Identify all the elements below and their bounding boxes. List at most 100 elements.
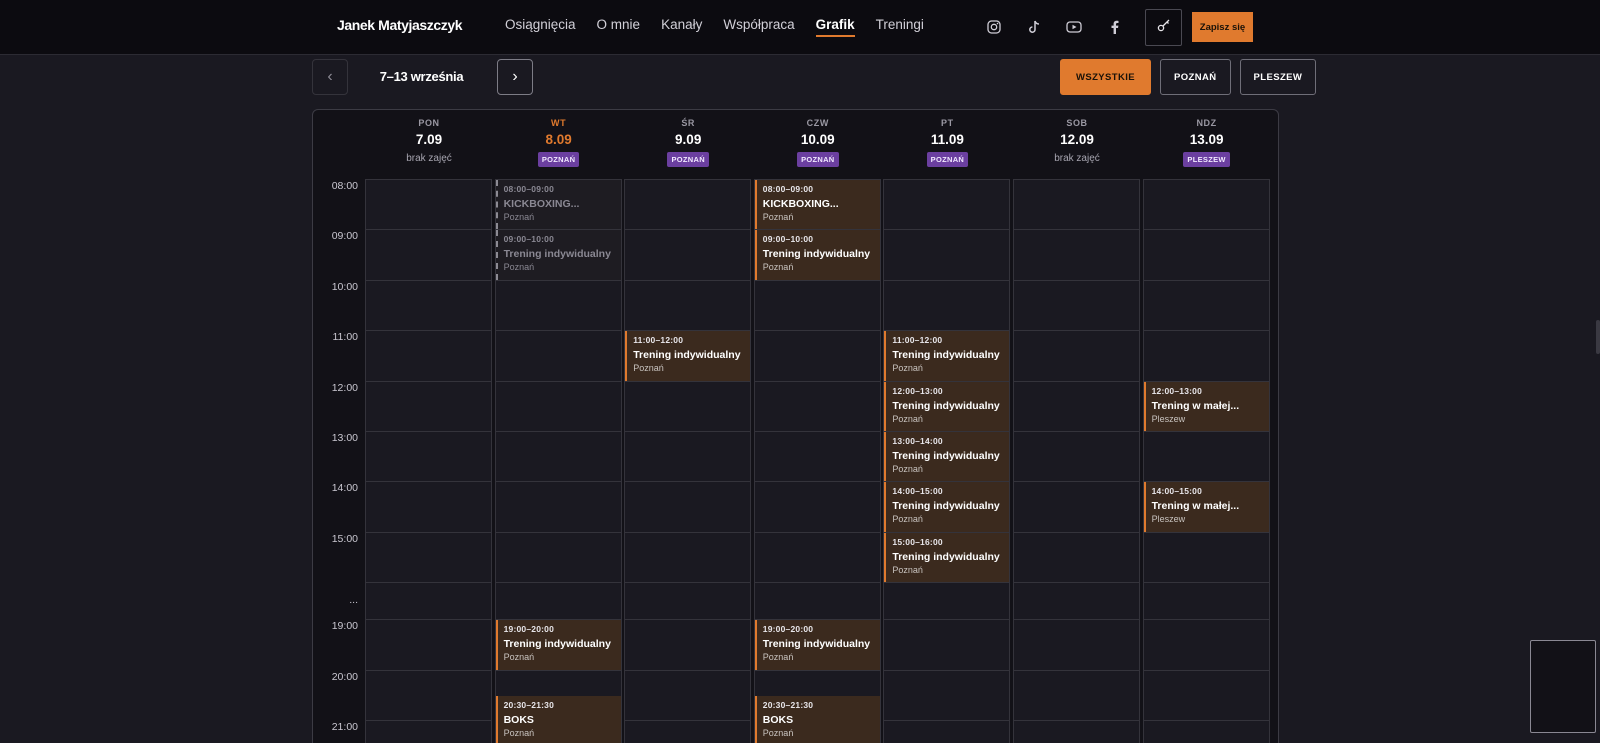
schedule-event[interactable]: 13:00–14:00 Trening indywidualny Poznań: [884, 432, 1010, 482]
calendar-cell[interactable]: [624, 179, 752, 231]
filter-wszystkie[interactable]: WSZYSTKIE: [1060, 59, 1152, 95]
calendar-cell[interactable]: [1013, 229, 1140, 281]
calendar-cell[interactable]: [494, 431, 622, 483]
calendar-cell[interactable]: [624, 531, 752, 584]
calendar-cell[interactable]: [1142, 279, 1270, 332]
schedule-event[interactable]: 14:00–15:00 Trening w małej... Pleszew: [1143, 482, 1269, 532]
calendar-cell[interactable]: [883, 669, 1011, 721]
calendar-cell[interactable]: [883, 179, 1011, 231]
calendar-cell[interactable]: [494, 481, 622, 533]
calendar-cell[interactable]: [883, 720, 1011, 743]
nav-link-o-mnie[interactable]: O mnie: [597, 17, 641, 37]
calendar-cell[interactable]: [883, 279, 1011, 332]
nav-link-kanały[interactable]: Kanały: [661, 17, 702, 37]
login-button[interactable]: [1145, 9, 1182, 46]
schedule-event[interactable]: 11:00–12:00 Trening indywidualny Poznań: [884, 331, 1010, 381]
calendar-cell[interactable]: [494, 330, 622, 382]
calendar-cell[interactable]: [365, 531, 492, 584]
calendar-cell[interactable]: [753, 531, 881, 584]
calendar-cell[interactable]: [494, 531, 622, 584]
calendar-cell[interactable]: [365, 720, 492, 743]
calendar-cell[interactable]: [624, 380, 752, 432]
calendar-cell[interactable]: [365, 179, 492, 231]
schedule-event[interactable]: 20:30–21:30 BOKS Poznań: [495, 695, 621, 743]
instagram-icon[interactable]: [984, 17, 1004, 37]
calendar-cell[interactable]: [1013, 179, 1140, 231]
calendar-cell[interactable]: [753, 330, 881, 382]
nav-link-osiągnięcia[interactable]: Osiągnięcia: [505, 17, 576, 37]
calendar-cell[interactable]: [365, 669, 492, 721]
calendar-cell[interactable]: [883, 582, 1011, 621]
calendar-cell[interactable]: [1013, 582, 1140, 621]
calendar-cell[interactable]: [624, 431, 752, 483]
nav-link-współpraca[interactable]: Współpraca: [723, 17, 794, 37]
calendar-cell[interactable]: [365, 279, 492, 332]
calendar-cell[interactable]: [1142, 669, 1270, 721]
schedule-event[interactable]: 08:00–09:00 KICKBOXING... Poznań: [754, 180, 880, 230]
calendar-cell[interactable]: [365, 330, 492, 382]
calendar-cell[interactable]: [365, 431, 492, 483]
facebook-icon[interactable]: [1104, 17, 1124, 37]
calendar-cell[interactable]: [1142, 330, 1270, 382]
calendar-cell[interactable]: [494, 380, 622, 432]
calendar-cell[interactable]: [1013, 431, 1140, 483]
schedule-event[interactable]: 12:00–13:00 Trening indywidualny Poznań: [884, 381, 1010, 431]
schedule-event[interactable]: 08:00–09:00 KICKBOXING... Poznań: [495, 180, 621, 230]
calendar-cell[interactable]: [494, 279, 622, 332]
schedule-event[interactable]: 19:00–20:00 Trening indywidualny Poznań: [495, 620, 621, 670]
schedule-event[interactable]: 11:00–12:00 Trening indywidualny Poznań: [625, 331, 751, 381]
schedule-event[interactable]: 20:30–21:30 BOKS Poznań: [754, 695, 880, 743]
calendar-cell[interactable]: [1013, 279, 1140, 332]
calendar-cell[interactable]: [1142, 531, 1270, 584]
next-week-button[interactable]: ›: [497, 59, 533, 95]
calendar-cell[interactable]: [1142, 179, 1270, 231]
calendar-cell[interactable]: [624, 229, 752, 281]
signup-button[interactable]: Zapisz się: [1192, 12, 1253, 42]
schedule-event[interactable]: 09:00–10:00 Trening indywidualny Poznań: [754, 230, 880, 280]
schedule-event[interactable]: 12:00–13:00 Trening w małej... Pleszew: [1143, 381, 1269, 431]
calendar-cell[interactable]: [624, 669, 752, 721]
schedule-event[interactable]: 15:00–16:00 Trening indywidualny Poznań: [884, 532, 1010, 583]
calendar-cell[interactable]: [624, 582, 752, 621]
calendar-cell[interactable]: [753, 279, 881, 332]
calendar-cell[interactable]: [624, 720, 752, 743]
schedule-event[interactable]: 09:00–10:00 Trening indywidualny Poznań: [495, 230, 621, 280]
calendar-cell[interactable]: [365, 619, 492, 671]
brand-logo[interactable]: Janek Matyjaszczyk: [337, 17, 463, 33]
calendar-cell[interactable]: [365, 582, 492, 621]
calendar-cell[interactable]: [365, 481, 492, 533]
calendar-cell[interactable]: [753, 481, 881, 533]
calendar-cell[interactable]: [753, 380, 881, 432]
calendar-cell[interactable]: [624, 619, 752, 671]
calendar-cell[interactable]: [1142, 619, 1270, 671]
calendar-cell[interactable]: [365, 380, 492, 432]
filter-pleszew[interactable]: PLESZEW: [1239, 59, 1317, 95]
calendar-cell[interactable]: [1013, 481, 1140, 533]
calendar-cell[interactable]: [1013, 619, 1140, 671]
calendar-cell[interactable]: [883, 229, 1011, 281]
schedule-event[interactable]: 14:00–15:00 Trening indywidualny Poznań: [884, 482, 1010, 532]
schedule-event[interactable]: 19:00–20:00 Trening indywidualny Poznań: [754, 620, 880, 670]
calendar-cell[interactable]: [1013, 531, 1140, 584]
filter-poznań[interactable]: POZNAŃ: [1160, 59, 1231, 95]
calendar-cell[interactable]: [624, 279, 752, 332]
calendar-cell[interactable]: [1013, 330, 1140, 382]
calendar-cell[interactable]: [753, 431, 881, 483]
calendar-cell[interactable]: [753, 582, 881, 621]
page-scrollbar-thumb[interactable]: [1596, 320, 1600, 354]
tiktok-icon[interactable]: [1024, 17, 1044, 37]
calendar-cell[interactable]: [494, 582, 622, 621]
nav-link-treningi[interactable]: Treningi: [876, 17, 924, 37]
previous-week-button[interactable]: ‹: [312, 59, 348, 95]
calendar-cell[interactable]: [365, 229, 492, 281]
calendar-cell[interactable]: [1142, 229, 1270, 281]
calendar-cell[interactable]: [883, 619, 1011, 671]
calendar-cell[interactable]: [1142, 720, 1270, 743]
calendar-cell[interactable]: [1013, 720, 1140, 743]
calendar-cell[interactable]: [1142, 582, 1270, 621]
calendar-cell[interactable]: [1013, 380, 1140, 432]
calendar-cell[interactable]: [1013, 669, 1140, 721]
calendar-cell[interactable]: [1142, 431, 1270, 483]
floating-widget-box[interactable]: [1530, 640, 1596, 733]
calendar-cell[interactable]: [624, 481, 752, 533]
